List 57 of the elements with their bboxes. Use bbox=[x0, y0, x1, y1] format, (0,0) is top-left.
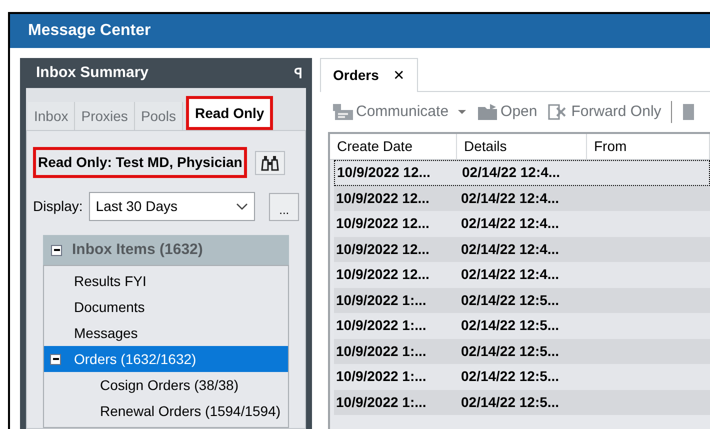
tab[interactable]: Proxies bbox=[75, 102, 135, 130]
tree-item[interactable]: Documents bbox=[44, 294, 288, 320]
table-cell-text: 02/14/22 12:4... bbox=[461, 214, 560, 234]
toolbar-icon[interactable] bbox=[682, 103, 694, 121]
table-cell-text: 10/9/2022 12... bbox=[335, 240, 430, 259]
table-row[interactable]: 10/9/2022 12... 02/14/22 12:4... bbox=[334, 160, 710, 186]
tab[interactable]: Read Only bbox=[186, 96, 274, 130]
table-cell-text: 02/14/22 12:5... bbox=[461, 392, 560, 412]
collapse-icon[interactable] bbox=[51, 244, 62, 256]
table-row[interactable]: 10/9/2022 1:... 02/14/22 12:5... bbox=[334, 338, 710, 364]
tree-item[interactable]: Cosign Orders (38/38) bbox=[44, 372, 288, 398]
table-cell-text: 02/14/22 12:5... bbox=[461, 316, 560, 336]
chevron-down-icon bbox=[236, 202, 248, 210]
read-only-label: Read Only: Test MD, Physician bbox=[33, 147, 248, 178]
tree-group-header[interactable]: Inbox Items (1632) bbox=[43, 235, 289, 265]
window-title: Message Center bbox=[10, 14, 710, 48]
message-icon bbox=[332, 103, 354, 121]
table-cell-text: 10/9/2022 1:... bbox=[335, 290, 428, 310]
table-cell-text: 10/9/2022 12... bbox=[336, 163, 432, 182]
table-row[interactable]: 10/9/2022 12... 02/14/22 12:4... bbox=[334, 186, 710, 211]
display-label: Display: bbox=[33, 197, 83, 216]
collapse-icon[interactable] bbox=[50, 354, 61, 364]
table-row[interactable]: 10/9/2022 1:... 02/14/22 12:5... bbox=[334, 390, 710, 415]
tree-item[interactable]: Orders (1632/1632) bbox=[44, 346, 288, 372]
column-header[interactable]: Details bbox=[457, 134, 587, 159]
pin-button[interactable]: ꟼ bbox=[294, 62, 302, 84]
table-cell-text: 02/14/22 12:5... bbox=[461, 342, 560, 361]
table-cell-text: 02/14/22 12:4... bbox=[461, 265, 560, 284]
tree-item[interactable]: Results FYI bbox=[44, 268, 288, 294]
tree-item[interactable]: Messages bbox=[44, 320, 288, 346]
orders-tab[interactable]: Orders ✕ bbox=[320, 58, 418, 92]
folder-icon bbox=[476, 103, 499, 121]
table-row[interactable]: 10/9/2022 1:... 02/14/22 12:5... bbox=[334, 288, 710, 313]
tab[interactable]: Pools bbox=[134, 102, 183, 130]
table-cell-text: 10/9/2022 12... bbox=[335, 214, 430, 234]
table-cell-text: 02/14/22 12:5... bbox=[461, 367, 560, 386]
table-cell-text: 10/9/2022 1:... bbox=[335, 367, 428, 386]
tab[interactable]: Inbox bbox=[28, 102, 76, 130]
binoculars-button[interactable] bbox=[255, 150, 286, 174]
panel-title: Inbox Summary bbox=[36, 62, 149, 83]
table-cell-text: 10/9/2022 1:... bbox=[335, 342, 428, 361]
close-button[interactable]: ✕ bbox=[392, 65, 405, 86]
binoculars-icon bbox=[261, 154, 280, 170]
column-header[interactable]: Create Date bbox=[330, 134, 457, 159]
table-row[interactable]: 10/9/2022 12... 02/14/22 12:4... bbox=[334, 236, 710, 262]
table-cell-text: 02/14/22 12:4... bbox=[462, 163, 562, 182]
table-cell-text: 10/9/2022 1:... bbox=[335, 392, 428, 412]
table-cell-text: 10/9/2022 12... bbox=[335, 265, 430, 284]
more-button[interactable]: ... bbox=[269, 192, 299, 220]
table-cell-text: 02/14/22 12:5... bbox=[461, 290, 560, 310]
table-cell-text: 02/14/22 12:4... bbox=[461, 240, 560, 259]
tree-item[interactable]: Renewal Orders (1594/1594) bbox=[44, 398, 288, 424]
table-cell-text: 10/9/2022 1:... bbox=[335, 316, 428, 336]
display-dropdown[interactable]: Last 30 Days bbox=[88, 192, 256, 221]
table-cell-text: 02/14/22 12:4... bbox=[461, 188, 560, 208]
table-cell-text: 10/9/2022 12... bbox=[335, 188, 430, 208]
column-header[interactable]: From bbox=[587, 134, 710, 159]
